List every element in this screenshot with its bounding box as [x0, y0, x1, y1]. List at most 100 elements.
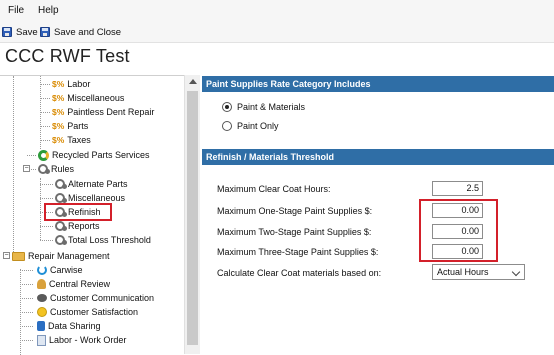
database-icon [37, 321, 45, 331]
menu-help[interactable]: Help [38, 5, 59, 16]
tree-guide [20, 298, 33, 299]
tree-item-rules-miscellaneous[interactable]: Miscellaneous [55, 191, 125, 205]
tree-guide [40, 140, 50, 141]
tree-item-label: Repair Management [28, 251, 110, 261]
tree-guide [40, 98, 50, 99]
tree-guide [40, 112, 50, 113]
scroll-up-arrow-icon[interactable] [189, 79, 197, 84]
tree-item-data-sharing[interactable]: Data Sharing [37, 319, 101, 333]
chat-icon [37, 294, 47, 302]
tree-guide [20, 284, 33, 285]
gear-icon [55, 235, 67, 245]
clear-coat-hours-label: Maximum Clear Coat Hours: [217, 184, 331, 194]
save-label: Save [16, 26, 38, 38]
tree-item-customer-communication[interactable]: Customer Communication [37, 291, 154, 305]
tree-item-rules[interactable]: Rules [38, 162, 74, 176]
one-stage-paint-input[interactable]: 0.00 [432, 203, 483, 218]
three-stage-paint-label: Maximum Three-Stage Paint Supplies $: [217, 247, 379, 257]
tree-item-label: Miscellaneous [67, 93, 125, 103]
tree-guide [40, 212, 53, 213]
tree-item-label: Reports [68, 221, 100, 231]
tree-item-central-review[interactable]: Central Review [37, 277, 110, 291]
gear-icon [55, 179, 67, 189]
tree-guide [20, 326, 33, 327]
tree-item-label: Customer Satisfaction [50, 307, 139, 317]
tree-item-labor-work-order[interactable]: Labor - Work Order [37, 333, 126, 347]
gear-icon [55, 221, 67, 231]
scroll-thumb[interactable] [187, 91, 198, 345]
tree-item-repair-management[interactable]: Repair Management [12, 249, 110, 263]
radio-checked-icon [222, 102, 232, 112]
two-stage-paint-input[interactable]: 0.00 [432, 224, 483, 239]
dollar-percent-icon: $% [52, 121, 65, 131]
tree-item-label: Customer Communication [50, 293, 155, 303]
tree-guide [40, 198, 53, 199]
tree-item-label: Recycled Parts Services [52, 150, 150, 160]
tree-item-total-loss-threshold[interactable]: Total Loss Threshold [55, 233, 151, 247]
save-and-close-button[interactable]: Save and Close [40, 25, 121, 39]
radio-unchecked-icon [222, 121, 232, 131]
tree-item-taxes[interactable]: $% Taxes [52, 133, 91, 147]
people-icon [37, 279, 46, 289]
dollar-percent-icon: $% [52, 93, 65, 103]
document-icon [37, 334, 46, 346]
radio-label: Paint Only [237, 121, 279, 131]
calc-clear-coat-select[interactable]: Actual Hours [432, 264, 525, 280]
radio-paint-and-materials[interactable]: Paint & Materials [222, 100, 305, 114]
tree-item-labor[interactable]: $% Labor [52, 77, 90, 91]
navigation-tree[interactable]: $% Labor $% Miscellaneous $% Paintless D… [0, 75, 200, 355]
folder-icon [12, 251, 25, 261]
chevron-down-icon [511, 267, 521, 277]
recycle-icon [38, 149, 49, 161]
select-value: Actual Hours [437, 267, 489, 277]
gear-icon [55, 193, 67, 203]
tree-item-label: Carwise [50, 265, 83, 275]
tree-guide [40, 184, 53, 185]
tree-item-label: Central Review [49, 279, 111, 289]
gear-icon [55, 207, 67, 217]
dollar-percent-icon: $% [52, 79, 65, 89]
tree-item-label: Alternate Parts [68, 179, 128, 189]
tree-guide [20, 340, 33, 341]
radio-paint-only[interactable]: Paint Only [222, 119, 279, 133]
menu-bar: File Help [0, 0, 554, 22]
save-button[interactable]: Save [2, 25, 38, 39]
menu-file[interactable]: File [8, 5, 24, 16]
dollar-percent-icon: $% [52, 107, 65, 117]
tree-guide [40, 178, 41, 240]
collapse-repair-management-toggle[interactable]: − [3, 252, 10, 259]
tree-item-miscellaneous[interactable]: $% Miscellaneous [52, 91, 124, 105]
calc-clear-coat-label: Calculate Clear Coat materials based on: [217, 268, 382, 278]
save-and-close-label: Save and Close [54, 26, 122, 38]
save-icon [2, 27, 12, 37]
tree-item-alternate-parts[interactable]: Alternate Parts [55, 177, 128, 191]
tree-item-label: Taxes [67, 135, 91, 145]
refinish-threshold-section-header: Refinish / Materials Threshold [202, 149, 554, 165]
tree-guide [40, 240, 53, 241]
tree-item-customer-satisfaction[interactable]: Customer Satisfaction [37, 305, 138, 319]
tree-item-refinish[interactable]: Refinish [55, 205, 101, 219]
tree-guide [40, 226, 53, 227]
gear-icon [38, 164, 50, 174]
tree-item-label: Labor - Work Order [49, 335, 127, 345]
collapse-rules-toggle[interactable]: − [23, 165, 30, 172]
three-stage-paint-input[interactable]: 0.00 [432, 244, 483, 259]
carwise-icon [37, 265, 47, 275]
smiley-icon [37, 307, 47, 317]
toolbar: Save Save and Close [0, 22, 554, 43]
tree-item-parts[interactable]: $% Parts [52, 119, 88, 133]
tree-item-paintless-dent-repair[interactable]: $% Paintless Dent Repair [52, 105, 154, 119]
tree-item-recycled-parts-services[interactable]: Recycled Parts Services [38, 148, 150, 162]
tree-item-label: Labor [67, 79, 91, 89]
tree-item-label: Parts [67, 121, 89, 131]
tree-guide [20, 270, 33, 271]
tree-item-label: Paintless Dent Repair [67, 107, 155, 117]
tree-item-carwise[interactable]: Carwise [37, 263, 83, 277]
tree-item-reports[interactable]: Reports [55, 219, 100, 233]
tree-scrollbar[interactable] [184, 75, 200, 354]
clear-coat-hours-input[interactable]: 2.5 [432, 181, 483, 196]
tree-guide [13, 76, 14, 256]
dollar-percent-icon: $% [52, 135, 65, 145]
tree-item-label: Rules [51, 164, 75, 174]
two-stage-paint-label: Maximum Two-Stage Paint Supplies $: [217, 227, 372, 237]
